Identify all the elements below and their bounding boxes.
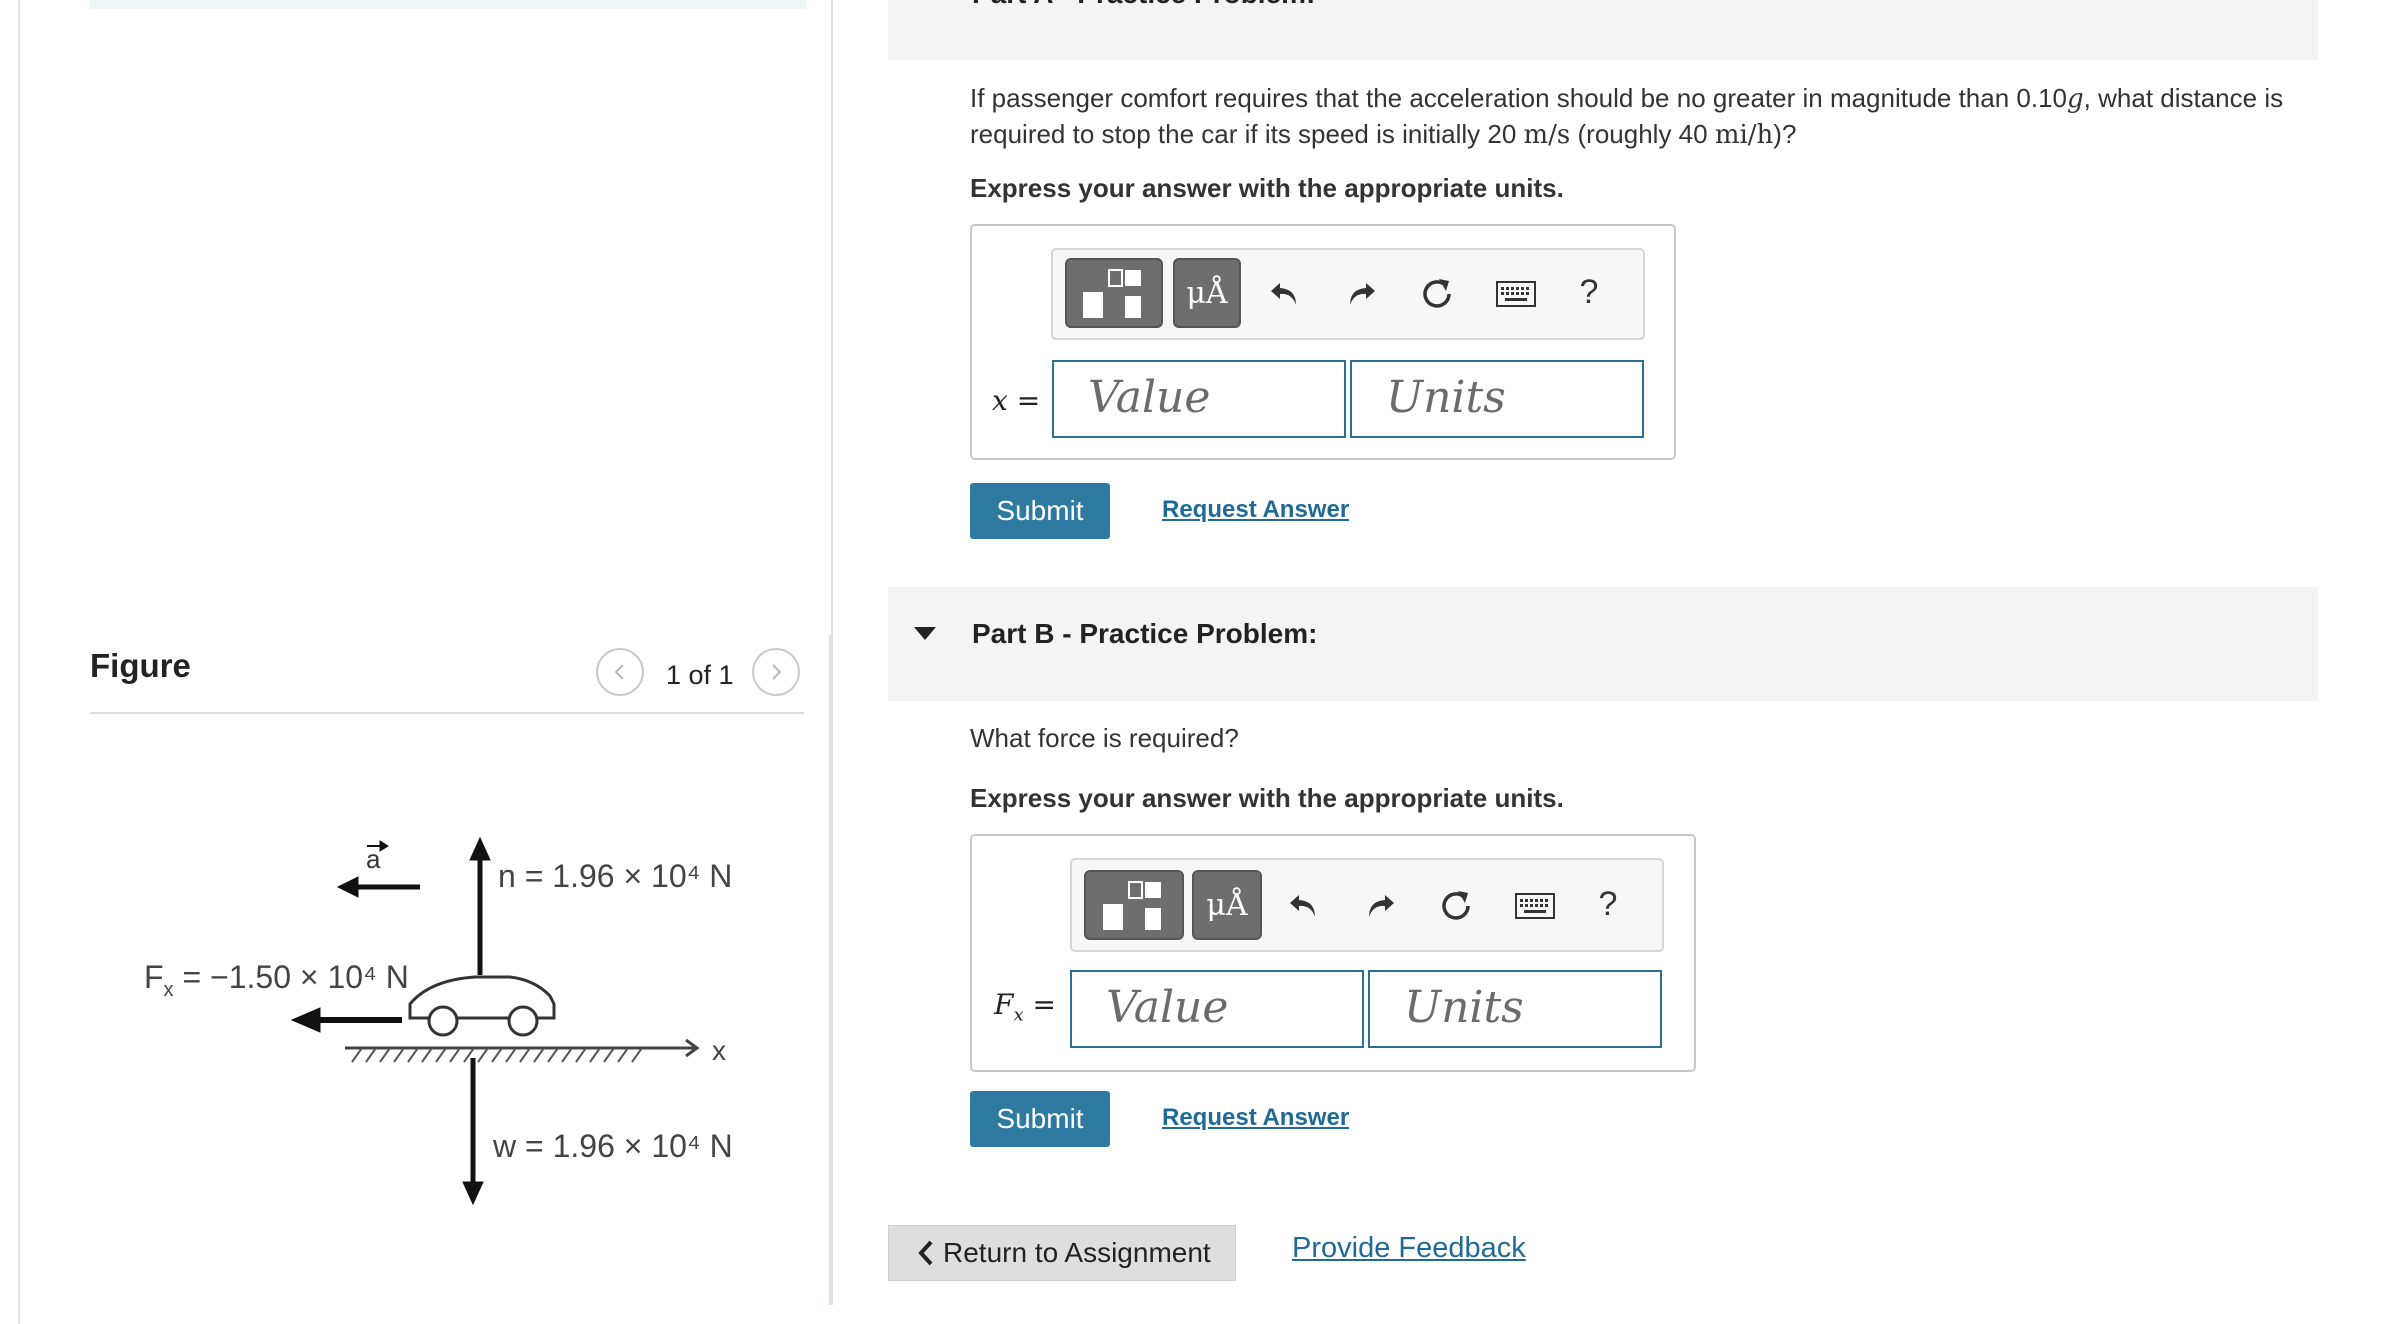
x-axis-label: x [712, 1035, 726, 1066]
reset-icon [1442, 891, 1470, 920]
part-a-request-answer-link[interactable]: Request Answer [1162, 496, 1349, 524]
page-left-border [18, 0, 20, 1324]
part-b-question: What force is required? [970, 723, 1239, 753]
acceleration-label: a [366, 844, 381, 874]
keyboard-button[interactable] [1512, 886, 1558, 926]
weight-vector [462, 1058, 484, 1206]
keyboard-button[interactable] [1493, 274, 1539, 314]
part-a-instructions: Express your answer with the appropriate… [970, 173, 1564, 203]
next-figure-button[interactable] [752, 648, 800, 696]
part-b-units-input[interactable]: Units [1368, 970, 1662, 1048]
units-icon: μÅ [1206, 887, 1248, 923]
units-button[interactable]: μÅ [1192, 870, 1262, 940]
previous-panel-strip [90, 0, 806, 9]
part-a-value-input[interactable]: Value [1052, 360, 1346, 438]
keyboard-icon [1515, 893, 1555, 919]
redo-button[interactable] [1360, 886, 1400, 926]
part-a-question: If passenger comfort requires that the a… [970, 83, 2284, 150]
car-drawing [408, 975, 556, 1037]
part-a-title: Part A - Practice Problem: [972, 0, 1315, 10]
normal-force-label: n = 1.96 × 10⁴ N [498, 858, 732, 894]
part-a-answer-box: μÅ ? x = Value Units [970, 224, 1676, 460]
help-icon: ? [1579, 272, 1599, 311]
templates-icon [1083, 269, 1141, 318]
keyboard-icon [1496, 281, 1536, 307]
reset-button[interactable] [1436, 886, 1476, 926]
figure-counter: 1 of 1 [666, 660, 734, 690]
collapse-caret-icon[interactable] [914, 627, 936, 640]
templates-button[interactable] [1084, 870, 1184, 940]
friction-force-vector [290, 1007, 402, 1033]
help-button[interactable]: ? [1588, 882, 1628, 926]
units-icon: μÅ [1186, 275, 1228, 311]
force-x-label: Fx = −1.50 × 10⁴ N [144, 959, 409, 1001]
help-icon: ? [1598, 884, 1618, 923]
free-body-diagram: a n = 1.96 × 10⁴ N Fx = −1.50 × 10⁴ N x [144, 836, 733, 1206]
figure-divider [90, 712, 804, 714]
normal-force-vector [469, 836, 491, 975]
value-placeholder: Value [1088, 372, 1211, 423]
part-b-math-toolbar: μÅ ? [1070, 858, 1664, 952]
part-a-math-toolbar: μÅ ? [1051, 248, 1645, 340]
undo-icon [1271, 283, 1296, 305]
return-label: Return to Assignment [943, 1237, 1211, 1268]
help-button[interactable]: ? [1569, 270, 1609, 314]
redo-icon [1350, 283, 1375, 305]
units-placeholder: Units [1386, 372, 1506, 423]
part-b-submit-button[interactable]: Submit [970, 1091, 1110, 1147]
part-a-variable-label: x = [992, 384, 1041, 417]
part-a-submit-button[interactable]: Submit [970, 483, 1110, 539]
provide-feedback-link[interactable]: Provide Feedback [1292, 1232, 1526, 1265]
units-button[interactable]: μÅ [1173, 258, 1241, 328]
redo-icon [1369, 895, 1394, 917]
chevron-right-icon [772, 664, 782, 680]
weight-label: w = 1.96 × 10⁴ N [492, 1128, 733, 1164]
part-b-variable-label: Fx = [994, 988, 1056, 1026]
ground-hatching [351, 1047, 643, 1063]
part-b-title: Part B - Practice Problem: [972, 618, 1318, 649]
part-b-value-input[interactable]: Value [1070, 970, 1364, 1048]
part-b-instructions: Express your answer with the appropriate… [970, 783, 1564, 813]
undo-button[interactable] [1284, 886, 1324, 926]
undo-icon [1290, 895, 1315, 917]
undo-button[interactable] [1265, 274, 1305, 314]
redo-button[interactable] [1341, 274, 1381, 314]
reset-icon [1423, 279, 1451, 308]
templates-icon [1103, 881, 1161, 930]
templates-button[interactable] [1065, 258, 1163, 328]
part-a-units-input[interactable]: Units [1350, 360, 1644, 438]
figure-title: Figure [90, 647, 191, 684]
chevron-left-icon [918, 1240, 933, 1266]
return-to-assignment-button[interactable]: Return to Assignment [888, 1225, 1236, 1281]
previous-figure-button[interactable] [596, 648, 644, 696]
chevron-left-icon [614, 664, 624, 680]
reset-button[interactable] [1417, 274, 1457, 314]
column-divider [831, 0, 833, 1305]
part-b-request-answer-link[interactable]: Request Answer [1162, 1104, 1349, 1132]
value-placeholder: Value [1106, 982, 1229, 1033]
units-placeholder: Units [1404, 982, 1524, 1033]
part-b-answer-box: μÅ ? Fx = Value Units [970, 834, 1696, 1072]
